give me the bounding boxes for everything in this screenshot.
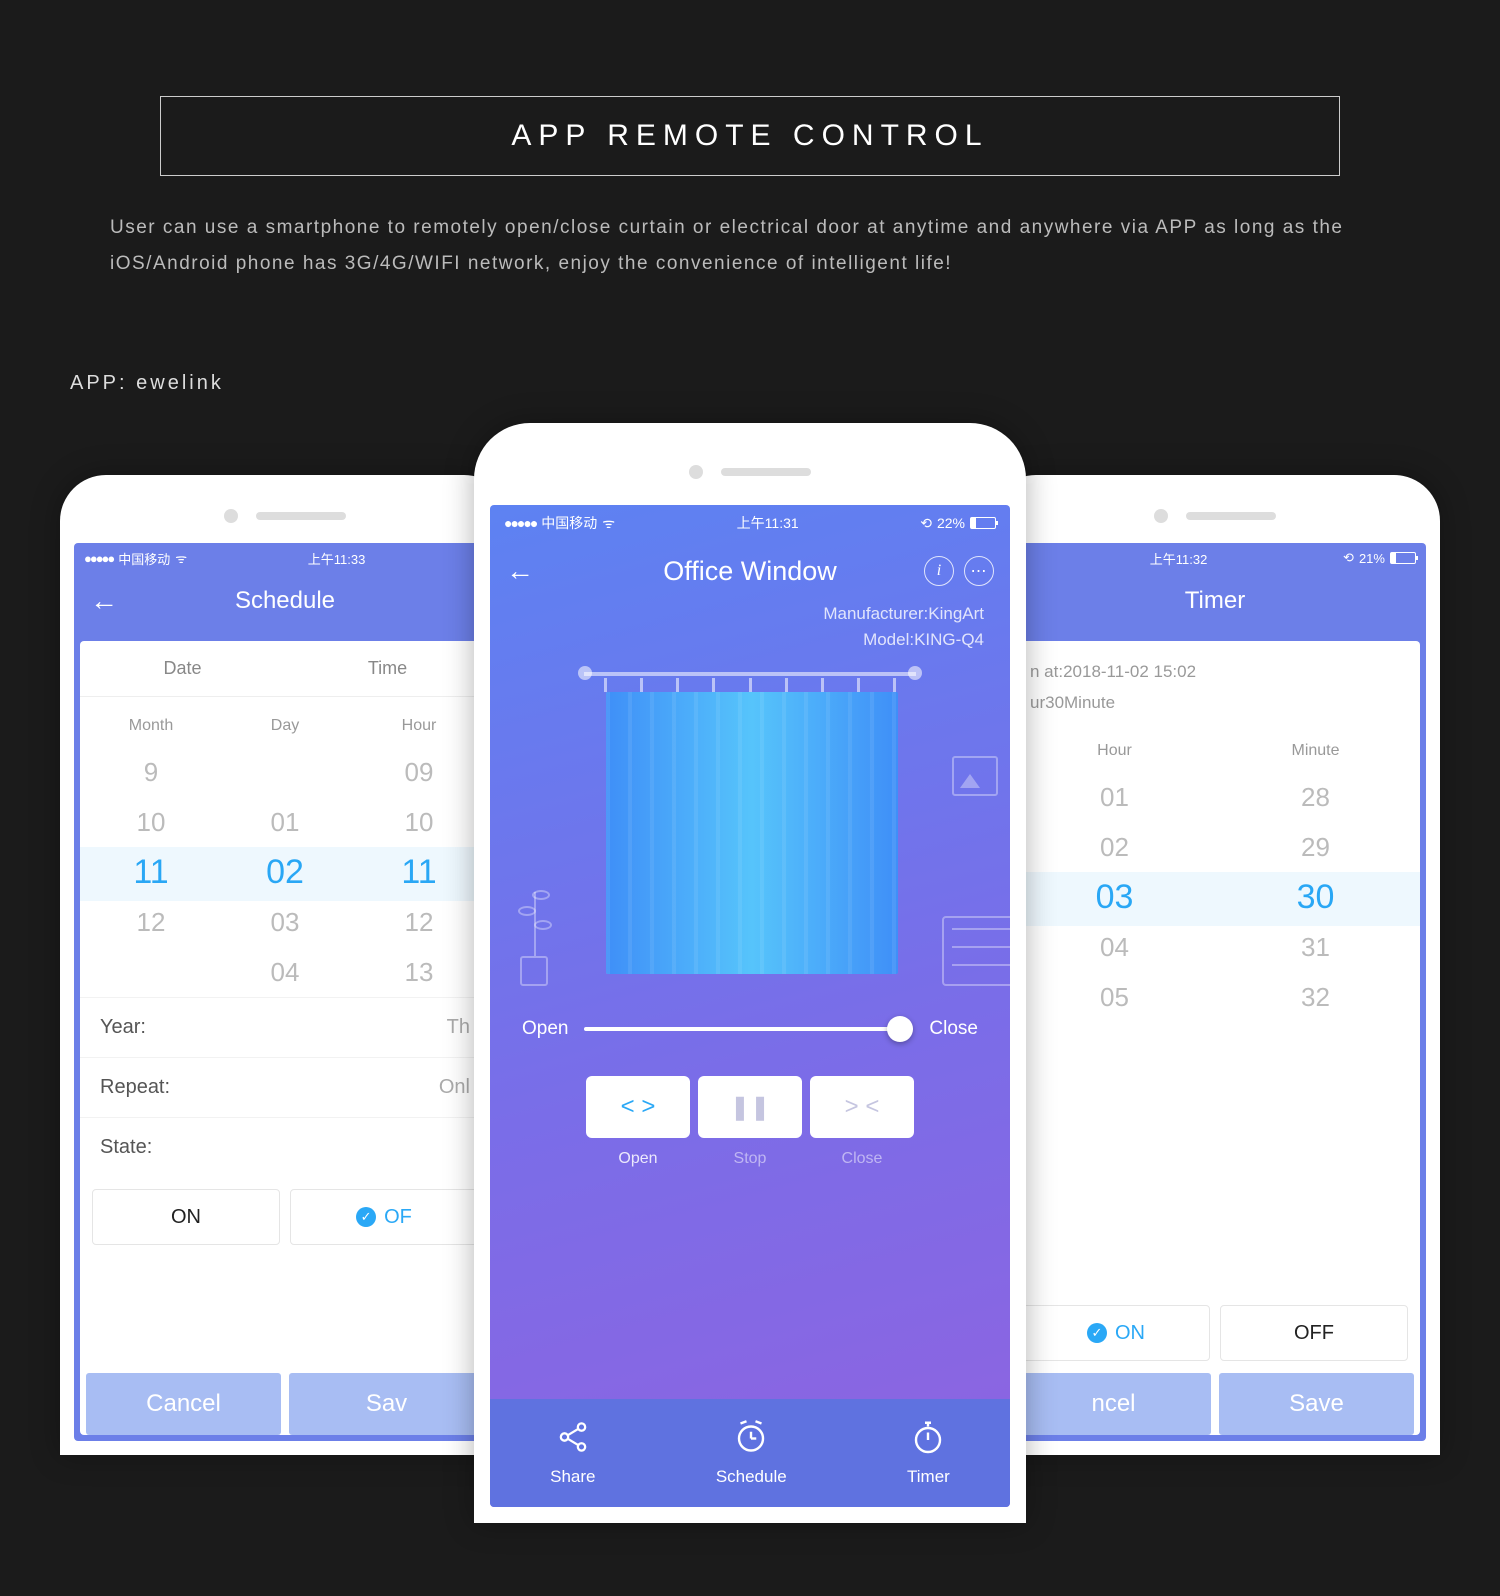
banner: APP REMOTE CONTROL: [160, 96, 1340, 176]
nav-timer[interactable]: Timer: [907, 1417, 950, 1487]
check-icon: ✓: [1087, 1323, 1107, 1343]
tab-row: Date Time: [80, 641, 490, 697]
dresser-icon: [942, 916, 1010, 986]
info-icon[interactable]: i: [924, 556, 954, 586]
nav-share[interactable]: Share: [550, 1417, 595, 1487]
app-name-label: APP: ewelink: [70, 372, 1500, 395]
wifi-icon: ᯤ: [175, 549, 187, 567]
cancel-button[interactable]: ncel: [1016, 1373, 1211, 1435]
nav-schedule[interactable]: Schedule: [716, 1417, 787, 1487]
wifi-icon: ᯤ: [602, 514, 615, 533]
back-icon[interactable]: ←: [506, 555, 534, 587]
state-on-button[interactable]: ✓ON: [1022, 1305, 1210, 1361]
position-slider[interactable]: Open Close: [490, 986, 1010, 1040]
state-off-button[interactable]: OFF: [1220, 1305, 1408, 1361]
save-button[interactable]: Save: [1219, 1373, 1414, 1435]
device-meta: Manufacturer:KingArt Model:KING-Q4: [490, 601, 1010, 652]
screen-title: Schedule: [235, 587, 335, 615]
state-on-button[interactable]: ON: [92, 1189, 280, 1245]
status-bar: 上午11:32 ⟲21%: [1004, 543, 1426, 573]
timer-icon: [908, 1417, 948, 1457]
row-repeat[interactable]: Repeat:Onl: [80, 1057, 490, 1117]
tab-time[interactable]: Time: [285, 641, 490, 696]
row-state: State:: [80, 1117, 490, 1177]
time-picker[interactable]: 0102030405 2829303132: [1010, 772, 1420, 1022]
bottom-nav: Share Schedule Timer: [490, 1399, 1010, 1507]
status-bar: ●●●●●中国移动ᯤ 上午11:31 ⟲22%: [490, 505, 1010, 541]
phone-device-control: ●●●●●中国移动ᯤ 上午11:31 ⟲22% ← Office Window …: [474, 423, 1026, 1523]
device-title: Office Window: [663, 556, 837, 587]
slider-thumb[interactable]: [887, 1016, 913, 1042]
more-icon[interactable]: ⋯: [964, 556, 994, 586]
save-button[interactable]: Sav: [289, 1373, 484, 1435]
back-icon[interactable]: ←: [90, 585, 118, 617]
status-bar: ●●●●●中国移动ᯤ 上午11:33: [74, 543, 496, 573]
picture-icon: [952, 756, 998, 796]
phone-schedule: ●●●●●中国移动ᯤ 上午11:33 ← Schedule Date Time …: [60, 475, 510, 1455]
curtain-illustration: [560, 666, 940, 986]
state-off-button[interactable]: ✓OF: [290, 1189, 478, 1245]
cancel-button[interactable]: Cancel: [86, 1373, 281, 1435]
banner-description: User can use a smartphone to remotely op…: [110, 210, 1390, 282]
tab-date[interactable]: Date: [80, 641, 285, 696]
page-title: APP REMOTE CONTROL: [161, 119, 1339, 153]
phone-timer: 上午11:32 ⟲21% Timer n at:2018-11-02 15:02…: [990, 475, 1440, 1455]
share-icon: [553, 1417, 593, 1457]
row-year[interactable]: Year:Th: [80, 997, 490, 1057]
timer-info: n at:2018-11-02 15:02ur30Minute: [1010, 641, 1420, 722]
screen-title: Timer: [1185, 587, 1245, 615]
clock-icon: [731, 1417, 771, 1457]
date-picker[interactable]: 9101112 01020304 0910111213: [80, 747, 490, 997]
close-button[interactable]: > <: [810, 1076, 914, 1138]
stop-button[interactable]: ❚❚: [698, 1076, 802, 1138]
check-icon: ✓: [356, 1207, 376, 1227]
open-button[interactable]: < >: [586, 1076, 690, 1138]
